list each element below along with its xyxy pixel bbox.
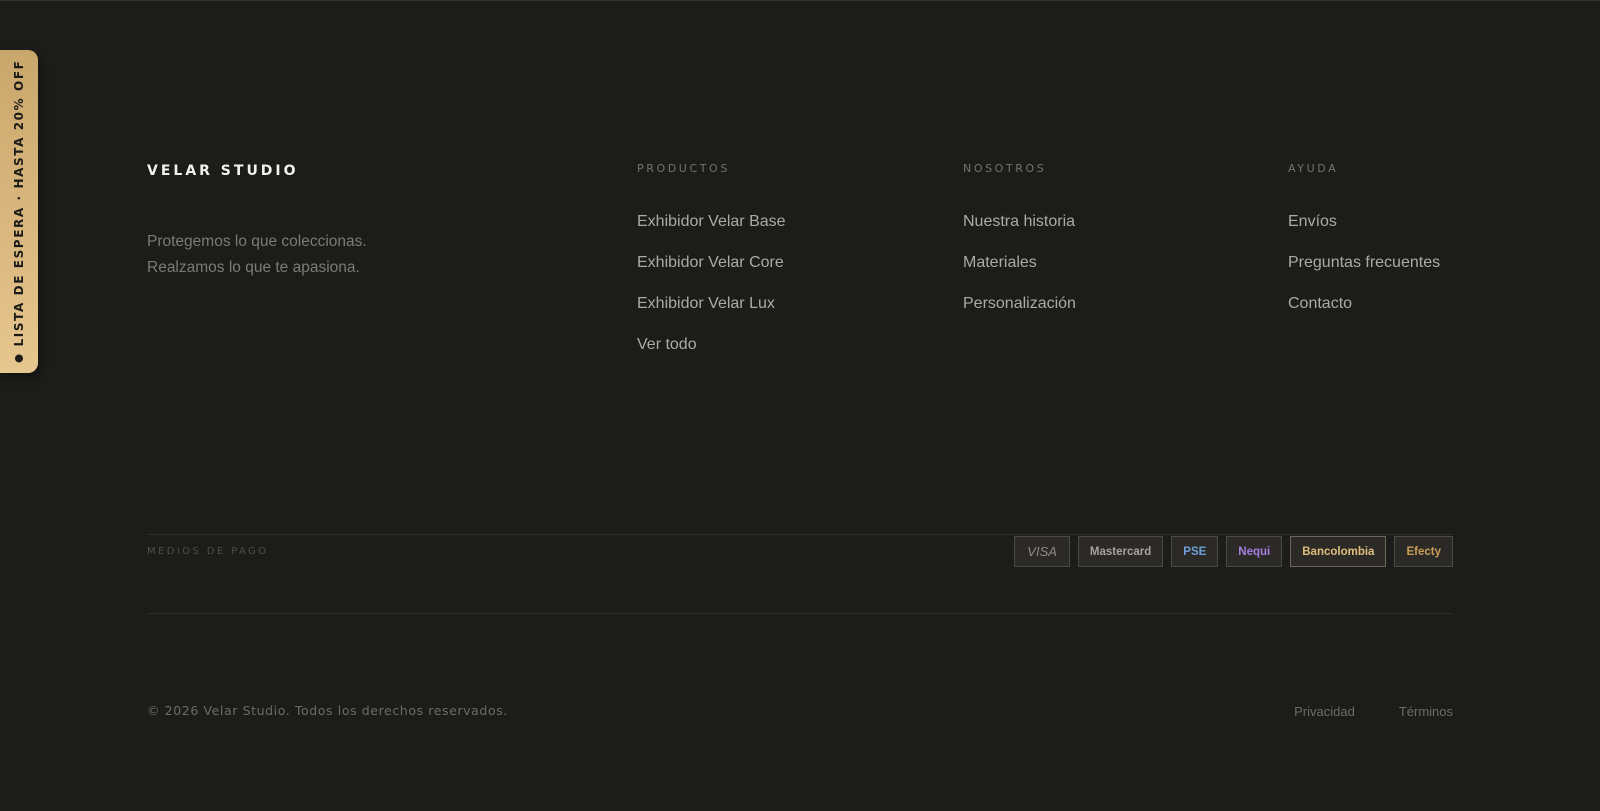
tagline-line-2: Realzamos lo que te apasiona. (147, 259, 360, 276)
link-contacto[interactable]: Contacto (1288, 295, 1352, 312)
pse-badge: PSE (1171, 536, 1219, 567)
list-item: Preguntas frecuentes (1288, 254, 1440, 295)
list-item: Exhibidor Velar Core (637, 254, 786, 295)
link-exhibidor-velar-base[interactable]: Exhibidor Velar Base (637, 213, 786, 230)
brand-name: VELAR STUDIO (147, 163, 299, 179)
waitlist-tab-label: LISTA DE ESPERA · HASTA 20% OFF (12, 59, 26, 347)
link-personalizacion[interactable]: Personalización (963, 295, 1076, 312)
copyright-text: © 2026 Velar Studio. Todos los derechos … (147, 703, 508, 718)
list-item: Exhibidor Velar Base (637, 213, 786, 254)
column-heading-ayuda: AYUDA (1288, 162, 1339, 175)
payment-badges: VISA Mastercard PSE Nequi Bancolombia Ef… (1014, 536, 1453, 567)
link-envios[interactable]: Envíos (1288, 213, 1337, 230)
bullet-icon (15, 354, 23, 363)
list-item: Ver todo (637, 336, 786, 377)
footer-column-ayuda: AYUDA Envíos Preguntas frecuentes Contac… (1288, 162, 1440, 336)
link-ver-todo[interactable]: Ver todo (637, 336, 697, 353)
list-item: Materiales (963, 254, 1076, 295)
waitlist-side-tab[interactable]: LISTA DE ESPERA · HASTA 20% OFF (0, 50, 38, 373)
terms-link[interactable]: Términos (1399, 704, 1453, 719)
list-item: Contacto (1288, 295, 1440, 336)
top-divider (0, 0, 1600, 1)
footer-bottom-divider (147, 613, 1453, 614)
column-heading-nosotros: NOSOTROS (963, 162, 1047, 175)
legal-links: Privacidad Términos (1294, 704, 1453, 719)
productos-link-list: Exhibidor Velar Base Exhibidor Velar Cor… (637, 213, 786, 377)
visa-badge: VISA (1014, 536, 1070, 567)
mastercard-badge: Mastercard (1077, 536, 1164, 567)
list-item: Personalización (963, 295, 1076, 336)
list-item: Nuestra historia (963, 213, 1076, 254)
bancolombia-badge: Bancolombia (1290, 536, 1387, 567)
waitlist-tab-content: LISTA DE ESPERA · HASTA 20% OFF (12, 60, 26, 363)
brand-tagline: Protegemos lo que coleccionas. Realzamos… (147, 229, 367, 281)
privacy-link[interactable]: Privacidad (1294, 704, 1355, 719)
link-preguntas-frecuentes[interactable]: Preguntas frecuentes (1288, 254, 1440, 271)
list-item: Envíos (1288, 213, 1440, 254)
column-heading-productos: PRODUCTOS (637, 162, 730, 175)
tagline-line-1: Protegemos lo que coleccionas. (147, 233, 367, 250)
list-item: Exhibidor Velar Lux (637, 295, 786, 336)
efecty-badge: Efecty (1394, 536, 1453, 567)
footer-column-productos: PRODUCTOS Exhibidor Velar Base Exhibidor… (637, 162, 786, 377)
ayuda-link-list: Envíos Preguntas frecuentes Contacto (1288, 213, 1440, 336)
nosotros-link-list: Nuestra historia Materiales Personalizac… (963, 213, 1076, 336)
link-exhibidor-velar-core[interactable]: Exhibidor Velar Core (637, 254, 784, 271)
nequi-badge: Nequi (1226, 536, 1283, 567)
link-nuestra-historia[interactable]: Nuestra historia (963, 213, 1075, 230)
payments-divider (147, 534, 1453, 535)
footer-column-nosotros: NOSOTROS Nuestra historia Materiales Per… (963, 162, 1076, 336)
link-exhibidor-velar-lux[interactable]: Exhibidor Velar Lux (637, 295, 775, 312)
payments-label: MEDIOS DE PAGO (147, 546, 269, 557)
link-materiales[interactable]: Materiales (963, 254, 1037, 271)
